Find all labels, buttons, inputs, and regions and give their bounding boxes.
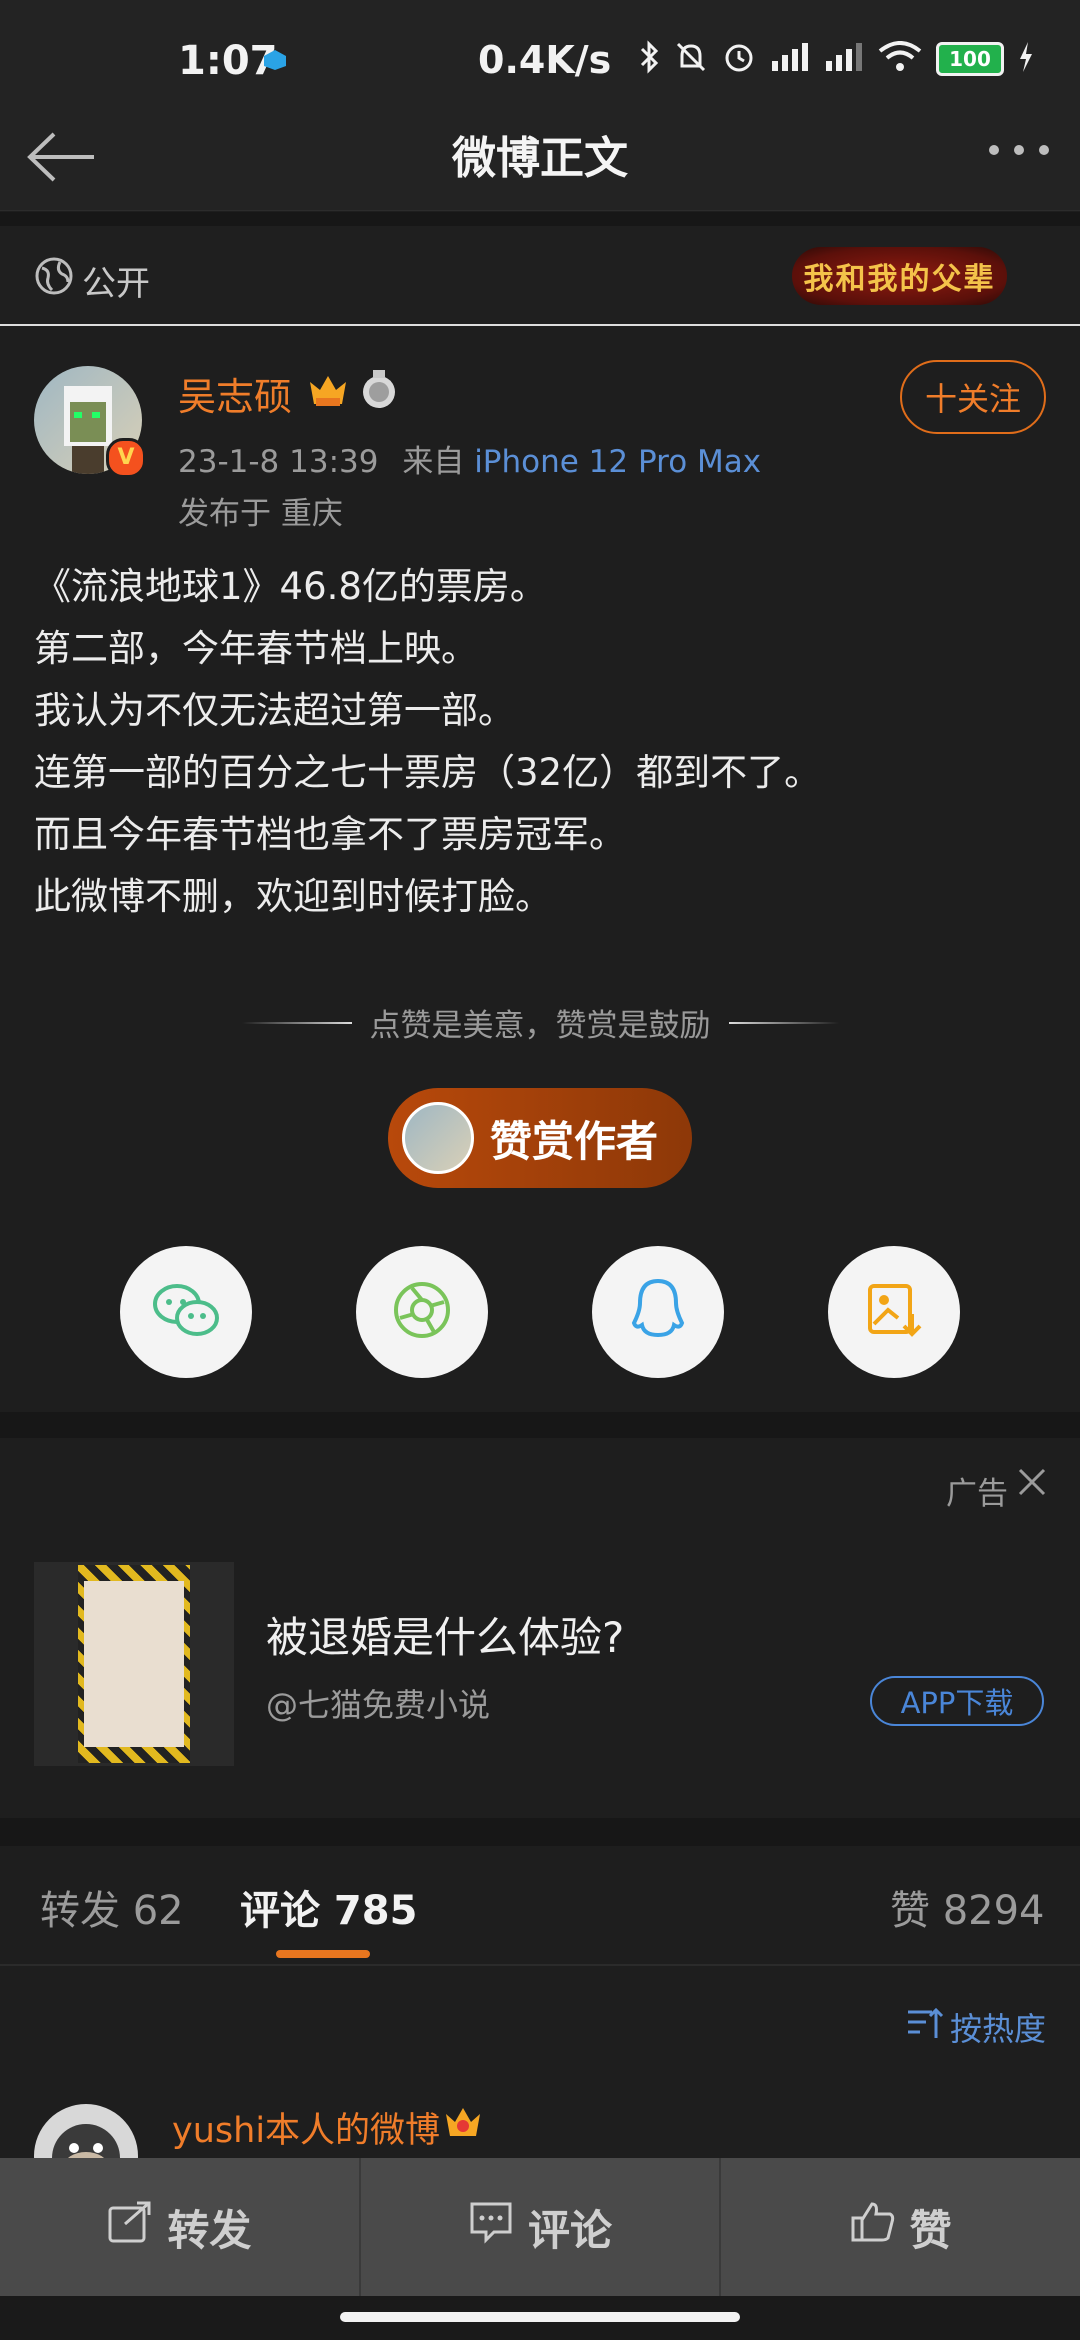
reward-tagline-row: 点赞是美意，赞赏是鼓励 <box>224 1000 856 1045</box>
save-image-button[interactable] <box>828 1246 960 1378</box>
tab-comment[interactable]: 评论 785 <box>240 1878 417 1936</box>
reward-avatar <box>402 1102 474 1174</box>
repost-button[interactable]: 转发 <box>0 2158 361 2296</box>
like-button[interactable]: 赞 <box>721 2158 1080 2296</box>
visibility-label: 公开 <box>82 264 150 304</box>
globe-icon <box>34 256 74 296</box>
comment-button[interactable]: 评论 <box>361 2158 722 2296</box>
close-ad-icon[interactable] <box>1016 1466 1048 1507</box>
app-badge-icon <box>262 48 288 72</box>
author-name[interactable]: 吴志硕 <box>178 366 292 421</box>
commenter-name[interactable]: yushi本人的微博 <box>172 2102 440 2153</box>
repost-icon <box>107 2200 153 2254</box>
tab-repost[interactable]: 转发 62 <box>40 1878 184 1936</box>
signal-icon <box>824 41 864 77</box>
section-divider <box>0 1818 1080 1846</box>
sort-icon <box>906 2006 944 2048</box>
divider-line <box>241 1021 352 1024</box>
post-timestamp: 23-1-8 13:39 <box>178 444 379 480</box>
wechat-icon <box>151 1280 221 1344</box>
mute-icon <box>674 40 708 78</box>
movie-banner[interactable]: 我和我的父辈 <box>792 247 1007 305</box>
more-icon[interactable] <box>986 138 1052 162</box>
comment-label: 评论 <box>528 2205 613 2255</box>
post-meta: 23-1-8 13:39 来自 iPhone 12 Pro Max <box>178 436 761 481</box>
reward-button-label: 赞赏作者 <box>490 1116 659 1166</box>
tab-like[interactable]: 赞 8294 <box>890 1878 1045 1936</box>
share-qq-button[interactable] <box>592 1246 724 1378</box>
vip-crown-icon <box>306 370 350 410</box>
ad-source: @七猫免费小说 <box>266 1686 491 1724</box>
sort-by-hot-button[interactable]: 按热度 <box>906 2004 1046 2050</box>
section-divider <box>0 1412 1080 1438</box>
sort-label: 按热度 <box>950 2010 1047 2048</box>
bluetooth-icon <box>638 40 660 78</box>
repost-label: 转发 <box>167 2205 252 2255</box>
alarm-icon <box>722 40 756 78</box>
follow-button[interactable]: 十关注 <box>900 360 1046 434</box>
post-content: 《流浪地球1》46.8亿的票房。 第二部，今年春节档上映。 我认为不仅无法超过第… <box>34 556 1054 928</box>
section-divider <box>0 212 1080 226</box>
tab-divider <box>0 1964 1080 1966</box>
battery-indicator: 100 <box>936 42 1004 76</box>
share-wechat-button[interactable] <box>120 1246 252 1378</box>
home-indicator[interactable] <box>340 2312 740 2322</box>
post-line: 《流浪地球1》46.8亿的票房。 <box>34 565 547 608</box>
vip-crown-icon <box>442 2102 484 2142</box>
share-moments-button[interactable] <box>356 1246 488 1378</box>
charging-icon <box>1018 42 1034 76</box>
ad-poster-image <box>78 1565 190 1763</box>
save-image-icon <box>864 1280 924 1344</box>
ad-thumbnail[interactable] <box>34 1562 234 1766</box>
device-link[interactable]: iPhone 12 Pro Max <box>474 444 761 480</box>
network-speed: 0.4K/s <box>478 38 612 82</box>
verified-badge: V <box>106 438 146 478</box>
like-label: 赞 <box>909 2205 952 2255</box>
reward-author-button[interactable]: 赞赏作者 <box>388 1088 692 1188</box>
post-line: 而且今年春节档也拿不了票房冠军。 <box>34 813 626 856</box>
app-download-button[interactable]: APP下载 <box>870 1676 1044 1726</box>
post-line: 连第一部的百分之七十票房（32亿）都到不了。 <box>34 751 822 794</box>
source-prefix: 来自 <box>402 444 465 480</box>
moments-icon <box>390 1278 454 1346</box>
ad-title[interactable]: 被退婚是什么体验? <box>266 1604 624 1665</box>
status-icons: 100 <box>638 40 1034 78</box>
comment-icon <box>468 2200 514 2254</box>
post-location: 发布于 重庆 <box>178 496 343 532</box>
qq-icon <box>628 1277 688 1347</box>
medal-icon <box>358 370 400 410</box>
divider-line <box>728 1021 839 1024</box>
thumbs-up-icon <box>850 2200 896 2254</box>
active-tab-indicator <box>276 1950 370 1958</box>
ad-label: 广告 <box>946 1476 1008 1512</box>
signal-icon <box>770 41 810 77</box>
reward-tagline: 点赞是美意，赞赏是鼓励 <box>369 1008 711 1044</box>
post-line: 我认为不仅无法超过第一部。 <box>34 689 515 732</box>
post-line: 此微博不删，欢迎到时候打脸。 <box>34 875 552 918</box>
page-title: 微博正文 <box>452 133 628 184</box>
wifi-icon <box>878 41 922 77</box>
bottom-action-bar: 转发 评论 赞 <box>0 2158 1080 2296</box>
post-line: 第二部，今年春节档上映。 <box>34 627 478 670</box>
